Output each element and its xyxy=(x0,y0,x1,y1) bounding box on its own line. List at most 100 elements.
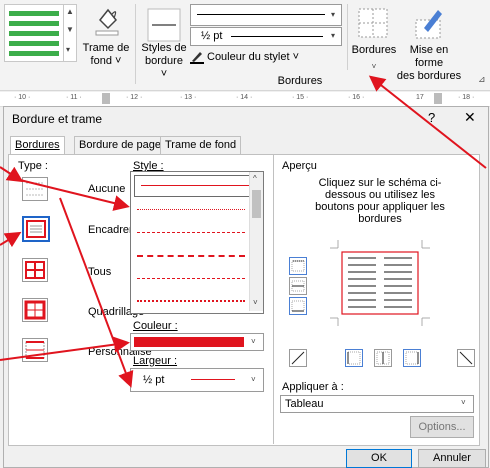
inside-vertical-border-icon[interactable] xyxy=(374,349,392,367)
style-selected-item[interactable] xyxy=(134,175,251,197)
type-custom-icon xyxy=(22,338,48,362)
chevron-down-icon[interactable]: ˅ xyxy=(251,337,256,346)
right-border-icon[interactable] xyxy=(403,349,421,367)
line-style-combo[interactable]: ▾ xyxy=(190,4,342,26)
ruler-tick: 17 xyxy=(416,94,424,101)
style-dashed[interactable] xyxy=(137,255,245,257)
diagonal-down-border-icon[interactable] xyxy=(457,349,475,367)
ruler-tick: · 12 · xyxy=(126,94,143,101)
ruler: · 10 · · 11 · · 12 · · 13 · · 14 · · 15 … xyxy=(0,92,490,107)
help-button[interactable]: ? xyxy=(428,110,435,125)
type-encadrement[interactable]: Encadrement xyxy=(14,214,153,244)
type-personnalise[interactable]: Personnalisé xyxy=(14,336,152,366)
chevron-down-icon[interactable]: ▾ xyxy=(331,31,335,40)
type-quadrillage[interactable]: Quadrillage xyxy=(14,296,144,326)
border-styles-label: Styles de bordure ˅ xyxy=(141,42,187,80)
ribbon: ▲ ▼ ▾ Trame de fond ˅ Styles de bordure … xyxy=(0,0,490,91)
pen-color-label: Couleur du stylet ˅ xyxy=(207,51,300,63)
divider xyxy=(347,4,348,70)
divider xyxy=(135,4,136,84)
apercu-help: Cliquez sur le schéma ci-dessous ou util… xyxy=(315,177,445,225)
style-dash-dot-dot[interactable] xyxy=(137,300,245,302)
dialog-launcher-icon[interactable]: ⊿ xyxy=(478,74,486,85)
apply-to-combo[interactable]: Tableau ˅ xyxy=(280,395,474,413)
width-line xyxy=(191,379,235,380)
gallery-scroll[interactable]: ▲ ▼ ▾ xyxy=(63,4,77,62)
scroll-up-icon[interactable]: ▲ xyxy=(66,7,74,16)
divider xyxy=(273,154,274,444)
table-style-gallery[interactable] xyxy=(4,4,64,62)
pen-icon xyxy=(190,52,204,64)
ruler-tick: · 16 · xyxy=(348,94,365,101)
type-all-icon xyxy=(22,258,48,282)
type-label: Type : xyxy=(18,160,48,172)
group-label: Bordures xyxy=(277,75,323,87)
border-painter-label: Mise en forme des bordures xyxy=(396,44,462,82)
ruler-tick: · 14 · xyxy=(236,94,253,101)
style-dotted[interactable] xyxy=(137,209,245,210)
shading-button[interactable]: Trame de fond ˅ xyxy=(82,2,130,72)
options-button[interactable]: Options... xyxy=(410,416,474,438)
cancel-button[interactable]: Annuler xyxy=(418,449,486,468)
top-border-icon[interactable] xyxy=(289,257,307,275)
ruler-tick: · 13 · xyxy=(180,94,197,101)
scroll-down-icon[interactable]: ▼ xyxy=(66,25,74,34)
style-solid xyxy=(141,185,249,186)
chevron-down-icon[interactable]: ˅ xyxy=(461,398,466,407)
apply-to-value: Tableau xyxy=(285,398,324,410)
type-grid-icon xyxy=(22,298,48,322)
border-styles-button[interactable]: Styles de bordure ˅ xyxy=(141,2,187,80)
type-label-tous: Tous xyxy=(88,266,112,278)
inside-horizontal-border-icon[interactable] xyxy=(289,277,307,295)
type-none-icon xyxy=(22,177,48,201)
tab-label: Bordure de page xyxy=(79,139,161,151)
chevron-down-icon[interactable]: ▾ xyxy=(331,10,335,19)
style-dashed-small[interactable] xyxy=(137,232,245,233)
scroll-down-icon[interactable]: ˅ xyxy=(253,298,258,307)
chevron-down-icon[interactable]: ˅ xyxy=(352,60,396,73)
scroll-thumb[interactable] xyxy=(252,190,261,218)
ruler-tick: · 10 · xyxy=(14,94,31,101)
border-painter-button[interactable]: Mise en forme des bordures xyxy=(396,2,462,82)
tab-label: Bordures xyxy=(15,139,60,151)
ruler-tick: · 11 · xyxy=(66,94,82,101)
preview-diagram[interactable] xyxy=(330,240,430,326)
border-style-icon xyxy=(147,8,181,42)
style-scrollbar[interactable]: ^ ˅ xyxy=(249,172,263,311)
scroll-up-icon[interactable]: ^ xyxy=(253,174,257,183)
tab-label: Trame de fond xyxy=(165,139,237,151)
type-aucune[interactable]: Aucune xyxy=(14,175,125,203)
width-value: ½ pt xyxy=(143,374,165,386)
shading-label: Trame de fond ˅ xyxy=(82,42,130,67)
tab-bordure-de-page[interactable]: Bordure de page xyxy=(74,136,166,155)
tab-bordures[interactable]: Bordures xyxy=(10,136,65,156)
dialog-title: Bordure et trame xyxy=(12,112,103,126)
paint-bucket-icon xyxy=(95,8,119,36)
chevron-down-icon[interactable]: ˅ xyxy=(251,375,256,384)
close-button[interactable]: ✕ xyxy=(464,109,476,126)
type-tous[interactable]: Tous xyxy=(14,256,124,286)
line-weight-value: ½ pt xyxy=(201,30,223,42)
ruler-marker[interactable] xyxy=(434,93,442,104)
ruler-tick: · 18 · xyxy=(458,94,475,101)
style-dash-dot[interactable] xyxy=(137,278,245,279)
color-swatch xyxy=(134,337,244,347)
appliquer-label: Appliquer à : xyxy=(282,381,344,393)
line-weight-combo[interactable]: ½ pt ▾ xyxy=(190,27,342,46)
ok-button[interactable]: OK xyxy=(346,449,412,468)
borders-grid-icon xyxy=(358,8,388,38)
borders-button[interactable]: Bordures ˅ xyxy=(352,2,396,72)
style-list[interactable]: ^ ˅ xyxy=(130,171,264,314)
tab-trame-de-fond[interactable]: Trame de fond xyxy=(160,136,242,155)
left-border-icon[interactable] xyxy=(345,349,363,367)
bottom-border-icon[interactable] xyxy=(289,297,307,315)
ruler-marker[interactable] xyxy=(102,93,110,104)
width-combo[interactable]: ½ pt ˅ xyxy=(130,368,264,392)
type-box-icon xyxy=(22,216,50,242)
gallery-more-icon[interactable]: ▾ xyxy=(66,45,70,54)
ruler-tick: · 15 · xyxy=(292,94,309,101)
couleur-label-text: Couleur : xyxy=(133,320,178,332)
color-combo[interactable]: ˅ xyxy=(130,333,264,351)
diagonal-up-border-icon[interactable] xyxy=(289,349,307,367)
borders-label: Bordures xyxy=(351,44,397,56)
